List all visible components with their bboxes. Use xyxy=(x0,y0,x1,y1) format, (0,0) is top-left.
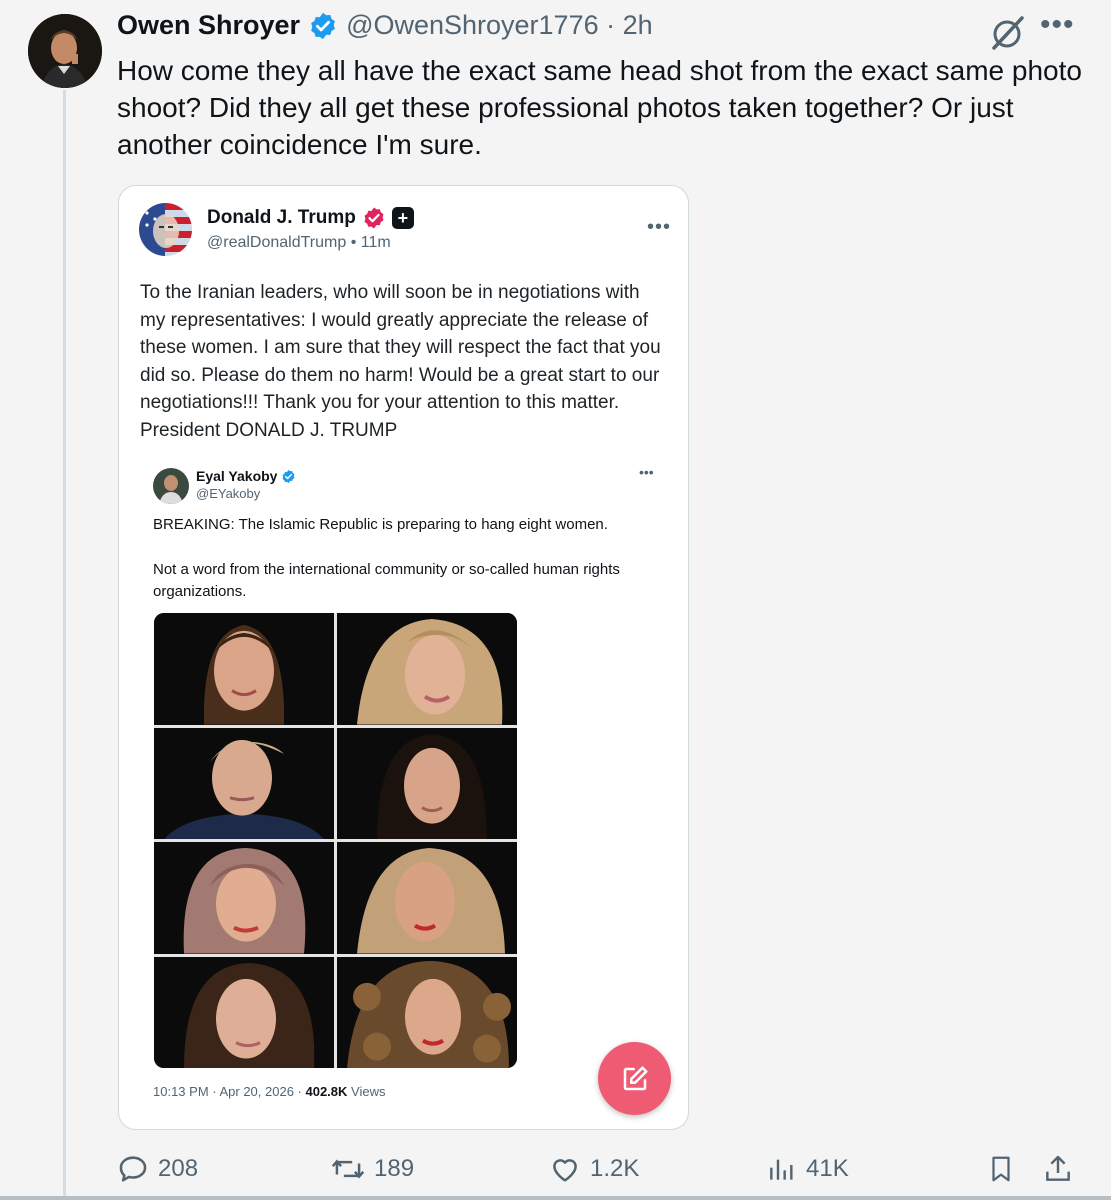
quoted-avatar[interactable] xyxy=(139,203,192,256)
author-handle-time[interactable]: @OwenShroyer1776 · 2h xyxy=(346,10,653,41)
reply-count: 208 xyxy=(158,1155,199,1182)
repost-count: 189 xyxy=(374,1155,415,1182)
embedded-text-followup: Not a word from the international commun… xyxy=(153,561,620,600)
embedded-views-label: Views xyxy=(347,1084,386,1099)
post-text: How come they all have the exact same he… xyxy=(117,55,1082,160)
portrait-photo xyxy=(337,956,517,1068)
embedded-author: Eyal Yakoby xyxy=(196,468,296,484)
post-header: Owen Shroyer @OwenShroyer1776 · 2h xyxy=(117,10,653,41)
action-bar: 208 189 1.2K 41K xyxy=(0,1152,1111,1192)
views-button[interactable]: 41K xyxy=(766,1152,849,1186)
embedded-text-breaking: BREAKING: The Islamic Republic is prepar… xyxy=(153,516,608,533)
views-count: 41K xyxy=(806,1155,849,1182)
embedded-avatar xyxy=(153,468,189,504)
bookmark-icon xyxy=(992,1156,1010,1182)
photo-grid xyxy=(154,613,517,1068)
share-button[interactable] xyxy=(1042,1152,1082,1186)
quoted-author[interactable]: Donald J. Trump + xyxy=(207,206,414,230)
reply-icon xyxy=(119,1156,147,1182)
quoted-post-card[interactable]: Donald J. Trump + @realDonaldTrump • 11m… xyxy=(118,185,689,1130)
heart-icon xyxy=(553,1159,577,1182)
portrait-photo xyxy=(154,727,334,839)
repost-button[interactable]: 189 xyxy=(330,1152,414,1186)
reply-button[interactable]: 208 xyxy=(116,1152,198,1186)
avatar[interactable] xyxy=(28,14,102,88)
quoted-more-icon[interactable]: ••• xyxy=(647,216,671,239)
compose-icon xyxy=(623,1066,647,1090)
embedded-timestamp: 10:13 PM · Apr 20, 2026 · xyxy=(153,1084,306,1099)
portrait-photo xyxy=(337,727,517,839)
embedded-views-count: 402.8K xyxy=(305,1084,348,1099)
like-button[interactable]: 1.2K xyxy=(548,1152,639,1186)
divider xyxy=(0,1196,1111,1200)
share-icon xyxy=(1046,1155,1070,1181)
grok-icon[interactable] xyxy=(988,14,1026,50)
quoted-author-name: Donald J. Trump xyxy=(207,207,356,228)
portrait-photo xyxy=(337,613,517,725)
portrait-photo xyxy=(154,956,334,1068)
verified-badge-icon xyxy=(283,469,295,483)
bookmark-button[interactable] xyxy=(986,1152,1024,1186)
quoted-handle-time: @realDonaldTrump • 11m xyxy=(207,234,391,251)
embedded-handle: @EYakoby xyxy=(196,486,261,501)
author-name[interactable]: Owen Shroyer xyxy=(117,10,300,41)
embedded-meta: 10:13 PM · Apr 20, 2026 · 402.8K Views xyxy=(153,1084,385,1099)
like-count: 1.2K xyxy=(590,1155,640,1182)
verified-badge-icon xyxy=(364,207,384,229)
portrait-photo xyxy=(154,613,334,725)
views-chart-icon xyxy=(770,1159,793,1180)
repost-icon xyxy=(331,1159,365,1179)
verified-badge-icon xyxy=(311,12,335,39)
portrait-photo xyxy=(154,842,334,954)
quoted-text: To the Iranian leaders, who will soon be… xyxy=(140,282,661,441)
embedded-more-icon: ••• xyxy=(639,464,654,480)
embedded-author-name: Eyal Yakoby xyxy=(196,468,278,484)
plus-badge-icon: + xyxy=(391,207,414,229)
thread-line xyxy=(63,90,66,1200)
more-options-icon[interactable]: ••• xyxy=(1040,8,1075,42)
compose-button[interactable] xyxy=(598,1042,671,1115)
portrait-photo xyxy=(337,842,517,954)
